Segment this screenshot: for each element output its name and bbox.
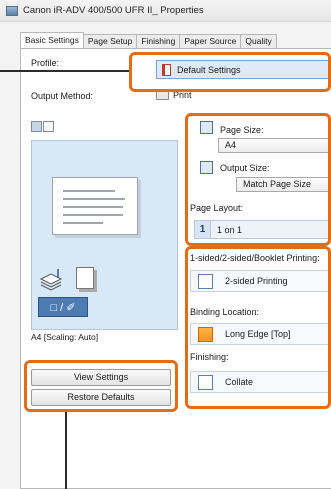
print-icon — [156, 90, 169, 100]
output-size-select[interactable]: Match Page Size — [236, 177, 331, 192]
print-preview: □ / ✐ — [31, 140, 178, 330]
view-settings-button[interactable]: View Settings — [31, 369, 171, 386]
layout-preview-icon[interactable] — [31, 121, 42, 132]
title-bar: Canon iR-ADV 400/500 UFR II_ Properties — [0, 0, 331, 22]
printer-preview-icon[interactable] — [43, 121, 54, 132]
preview-text-line — [63, 214, 123, 216]
profile-label: Profile: — [31, 58, 60, 68]
page-size-icon — [200, 121, 213, 134]
page-icon — [76, 267, 94, 289]
profile-value: Default Settings — [177, 64, 241, 75]
profile-leader-line — [0, 70, 129, 72]
preview-text-line — [63, 222, 103, 224]
tab-paper-source[interactable]: Paper Source — [179, 34, 242, 48]
output-method-select[interactable]: Print — [156, 90, 192, 100]
stack-icon — [39, 269, 63, 291]
output-method-label: Output Method: — [31, 91, 94, 101]
binding-edge-icon — [198, 326, 213, 342]
profile-select[interactable]: Default Settings — [156, 60, 331, 79]
properties-window: Canon iR-ADV 400/500 UFR II_ Properties … — [0, 0, 331, 489]
restore-defaults-button[interactable]: Restore Defaults — [31, 389, 171, 406]
printing-value: 2-sided Printing — [225, 276, 288, 286]
finishing-select[interactable]: Collate — [190, 371, 331, 393]
preview-text-line — [63, 190, 115, 192]
page-layout-number: 1 — [195, 221, 211, 238]
preview-sheet — [52, 177, 138, 235]
page-mode-buttons[interactable]: □ / ✐ — [38, 297, 88, 317]
output-size-label: Output Size: — [220, 163, 270, 173]
page-layout-value: 1 on 1 — [217, 224, 243, 235]
page-size-select[interactable]: A4 — [218, 138, 331, 153]
collate-icon — [198, 374, 213, 390]
tab-finishing[interactable]: Finishing — [136, 34, 181, 48]
printing-select[interactable]: 2-sided Printing — [190, 270, 331, 292]
profile-document-icon — [162, 63, 171, 76]
finishing-value: Collate — [225, 377, 254, 387]
tab-basic-settings[interactable]: Basic Settings — [20, 32, 84, 48]
preview-caption: A4 [Scaling: Auto] — [31, 332, 99, 342]
page-layout-label: Page Layout: — [190, 203, 244, 213]
printing-label: 1-sided/2-sided/Booklet Printing: — [190, 253, 320, 263]
preview-text-line — [63, 206, 123, 208]
tab-page-setup[interactable]: Page Setup — [82, 34, 138, 48]
tab-strip: Basic Settings Page Setup Finishing Pape… — [20, 32, 277, 48]
two-sided-icon — [198, 273, 213, 289]
output-size-icon — [200, 161, 213, 174]
binding-label: Binding Location: — [190, 307, 260, 317]
binding-select[interactable]: Long Edge [Top] — [190, 323, 331, 345]
buttons-leader-line — [65, 412, 67, 489]
preview-view-toggle — [31, 121, 55, 132]
page-layout-select[interactable]: 1 1 on 1 — [194, 220, 331, 239]
output-method-value: Print — [173, 90, 192, 100]
window-title: Canon iR-ADV 400/500 UFR II_ Properties — [23, 5, 204, 16]
finishing-label: Finishing: — [190, 352, 229, 362]
binding-value: Long Edge [Top] — [225, 329, 291, 339]
tab-quality[interactable]: Quality — [240, 34, 277, 48]
printer-icon — [6, 5, 18, 16]
page-size-label: Page Size: — [220, 125, 264, 135]
preview-text-line — [63, 198, 125, 200]
